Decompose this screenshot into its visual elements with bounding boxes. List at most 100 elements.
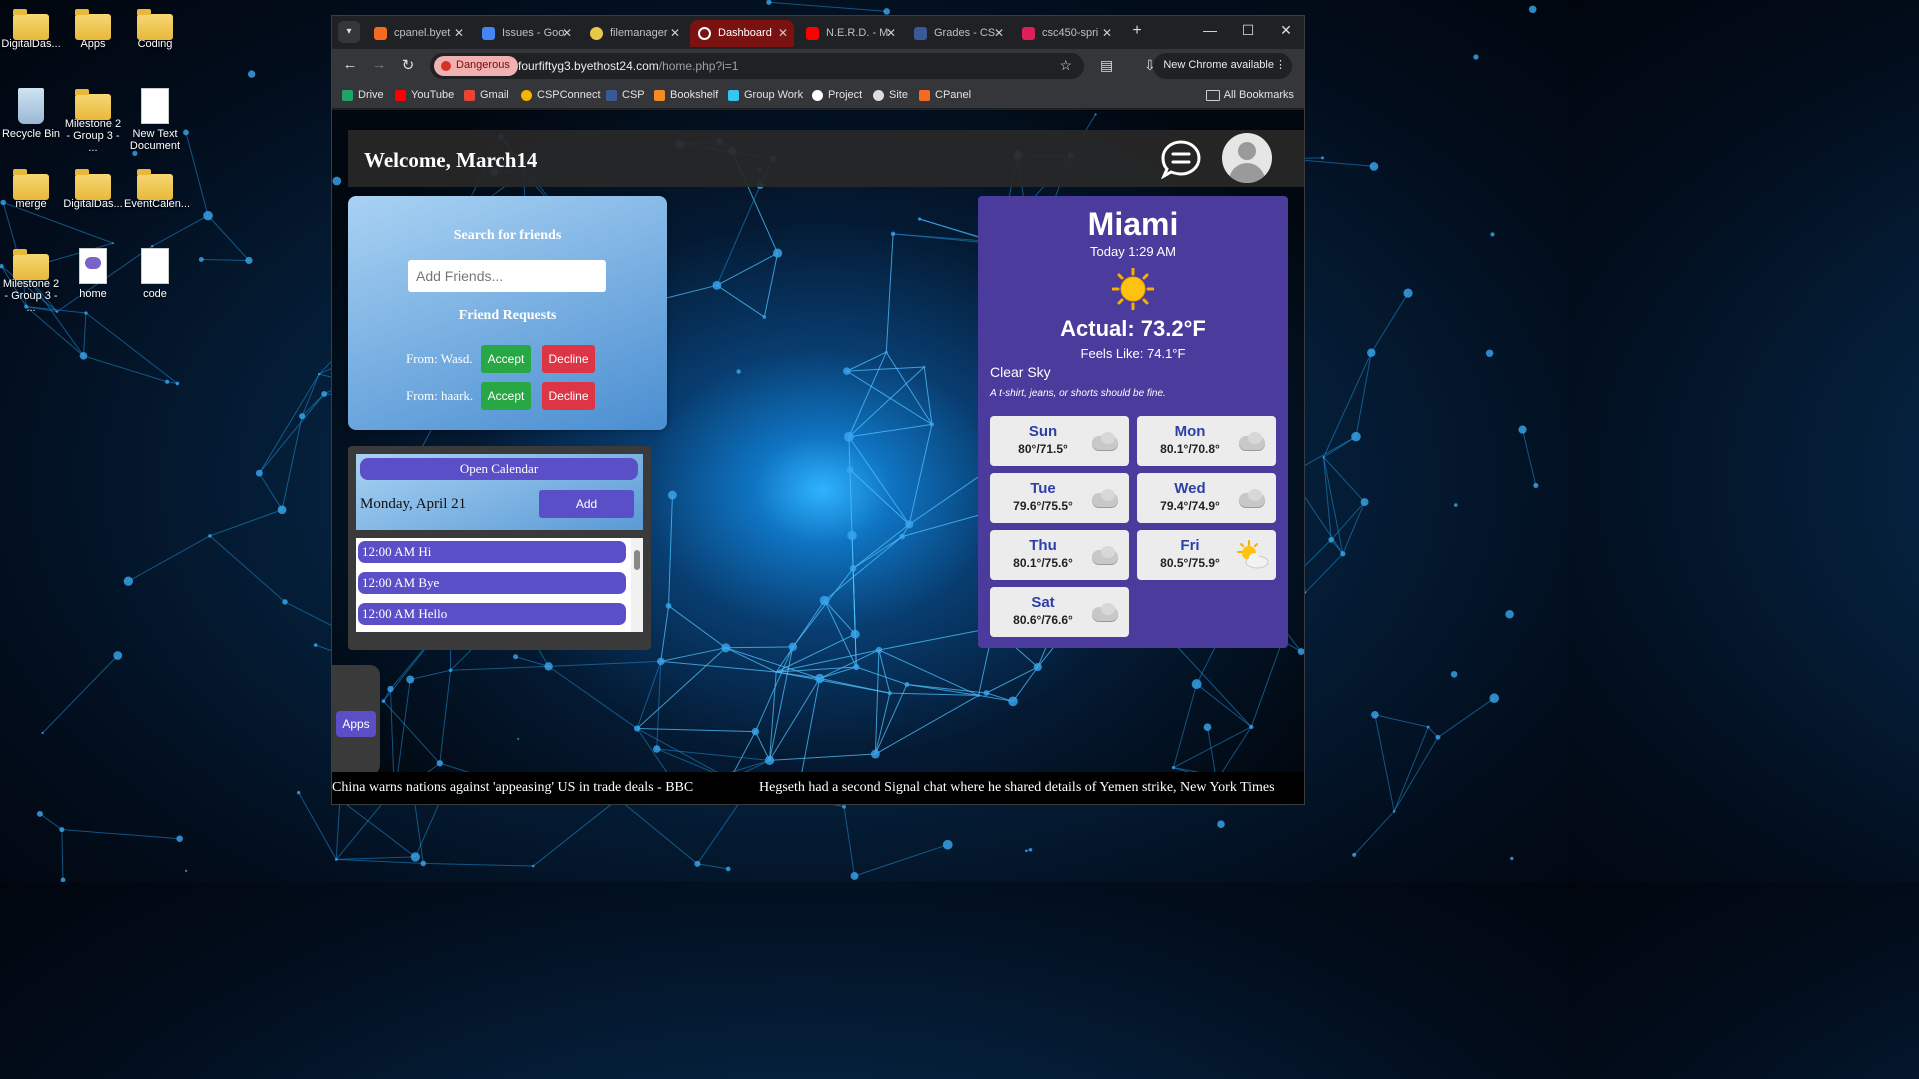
event-item[interactable]: 12:00 AM Hi <box>358 541 626 563</box>
network-node <box>1528 5 1537 14</box>
close-icon[interactable]: ✕ <box>886 26 896 40</box>
friends-panel: Search for friends Friend Requests From:… <box>348 196 667 430</box>
apps-button[interactable]: Apps <box>336 711 376 737</box>
news-headline[interactable]: China warns nations against 'appeasing' … <box>332 780 693 796</box>
decline-button[interactable]: Decline <box>542 382 595 410</box>
desktop-icon-recycle-bin[interactable]: Recycle Bin <box>0 88 62 140</box>
chat-icon[interactable] <box>1160 139 1202 179</box>
close-icon[interactable]: ✕ <box>1102 26 1112 40</box>
reload-icon[interactable]: ↻ <box>398 56 418 74</box>
close-window-icon[interactable]: ✕ <box>1276 22 1296 39</box>
close-icon[interactable]: ✕ <box>994 26 1004 40</box>
forecast-day: Fri <box>1180 537 1200 554</box>
tab-label: Issues - Goo <box>502 27 565 39</box>
network-node <box>942 839 953 850</box>
event-item[interactable]: 12:00 AM Bye <box>358 572 626 594</box>
tab-cpanel[interactable]: cpanel.byet ✕ <box>366 20 470 47</box>
desktop-icon-milestone-2[interactable]: Milestone 2 - Group 3 - ... <box>0 248 62 314</box>
decline-button[interactable]: Decline <box>542 345 595 373</box>
bookmark-star-icon[interactable]: ☆ <box>1059 57 1072 74</box>
event-item[interactable]: 12:00 AM Hello <box>358 603 626 625</box>
close-icon[interactable]: ✕ <box>670 26 680 40</box>
network-line <box>878 649 979 696</box>
bookmark-site[interactable]: Site <box>873 89 908 101</box>
close-icon[interactable]: ✕ <box>454 26 464 40</box>
desktop-icons: DigitalDas... Apps Coding Recycle Bin Mi… <box>0 0 190 330</box>
desktop-icon-coding[interactable]: Coding <box>124 8 186 50</box>
desktop-icon-code[interactable]: code <box>124 248 186 300</box>
tab-nerd[interactable]: N.E.R.D. - M ✕ <box>798 20 902 47</box>
desktop-icon-home[interactable]: home <box>62 248 124 300</box>
forecast-temps: 80.6°/76.6° <box>1013 613 1073 627</box>
forward-icon[interactable]: → <box>369 56 389 73</box>
close-icon[interactable]: ✕ <box>562 26 572 40</box>
desktop-icon-merge[interactable]: merge <box>0 168 62 210</box>
bookmark-cpanel[interactable]: CPanel <box>919 89 971 101</box>
add-friends-input[interactable] <box>408 260 606 292</box>
friend-request-from: From: Wasd. <box>406 351 473 366</box>
bookmark-youtube[interactable]: YouTube <box>395 89 454 101</box>
desktop-icon-apps[interactable]: Apps <box>62 8 124 50</box>
maximize-icon[interactable]: ☐ <box>1238 22 1258 39</box>
dangerous-site-badge[interactable]: Dangerous <box>434 56 518 76</box>
network-node <box>321 391 328 397</box>
dashboard-header: Welcome, March14 <box>348 130 1304 187</box>
network-line <box>1170 638 1252 728</box>
news-headline[interactable]: Hegseth had a second Signal chat where h… <box>759 780 1275 796</box>
tab-filemanager[interactable]: filemanager ✕ <box>582 20 686 47</box>
tab-search-button[interactable]: ▾ <box>338 21 360 43</box>
tab-csc450[interactable]: csc450-spri ✕ <box>1014 20 1118 47</box>
network-node <box>788 642 798 652</box>
new-chrome-available-button[interactable]: New Chrome available ⋮ <box>1153 53 1292 79</box>
avatar[interactable] <box>1222 133 1272 183</box>
address-bar[interactable]: Dangerous fourfiftyg3.byethost24.com/hom… <box>430 53 1084 79</box>
all-bookmarks-button[interactable]: All Bookmarks <box>1205 89 1294 101</box>
desktop-icon-milestone[interactable]: Milestone 2 - Group 3 - ... <box>62 88 124 154</box>
network-node <box>198 256 204 262</box>
tab-dashboard[interactable]: Dashboard ✕ <box>690 20 794 47</box>
scrollbar-thumb[interactable] <box>634 550 640 570</box>
forecast-day: Tue <box>1030 480 1056 497</box>
network-node <box>113 651 123 660</box>
network-node <box>410 852 420 862</box>
accept-button[interactable]: Accept <box>481 345 531 373</box>
bookmarks-bar: Drive YouTube Gmail CSPConnect CSP Books… <box>332 83 1304 109</box>
back-icon[interactable]: ← <box>340 56 360 73</box>
desktop-icon-eventcalen[interactable]: EventCalen... <box>124 168 190 210</box>
network-node <box>544 662 553 671</box>
docs-icon <box>482 27 495 40</box>
bookmark-gmail[interactable]: Gmail <box>464 89 509 101</box>
forecast-card: Sun 80°/71.5° <box>990 416 1129 466</box>
bookmark-csp[interactable]: CSP <box>606 89 645 101</box>
desktop-icon-digitaldas[interactable]: DigitalDas... <box>0 8 62 50</box>
extensions-icon[interactable]: ▤ <box>1100 57 1113 74</box>
minimize-icon[interactable]: — <box>1200 22 1220 38</box>
bookmark-group-work[interactable]: Group Work <box>728 89 803 101</box>
network-line <box>854 634 857 668</box>
kebab-menu-icon[interactable]: ⋮ <box>1275 58 1286 71</box>
desktop-icon-digitaldas-2[interactable]: DigitalDas... <box>62 168 124 210</box>
bookmark-bookshelf[interactable]: Bookshelf <box>654 89 718 101</box>
event-list[interactable]: 12:00 AM Hi 12:00 AM Bye 12:00 AM Hello <box>356 538 643 632</box>
url-text[interactable]: fourfiftyg3.byethost24.com/home.php?i=1 <box>518 59 738 73</box>
tab-grades[interactable]: Grades - CS ✕ <box>906 20 1010 47</box>
add-event-button[interactable]: Add <box>539 490 634 518</box>
desktop-icon-new-text-document[interactable]: New Text Document <box>124 88 186 152</box>
network-line <box>846 366 925 372</box>
elephant-icon <box>85 257 101 269</box>
open-calendar-button[interactable]: Open Calendar <box>360 458 638 480</box>
tab-issues[interactable]: Issues - Goo ✕ <box>474 20 578 47</box>
network-line <box>42 655 119 734</box>
bookmark-cspconnect[interactable]: CSPConnect <box>521 89 601 101</box>
network-node <box>381 699 386 703</box>
new-tab-button[interactable]: + <box>1127 22 1147 40</box>
bookmark-drive[interactable]: Drive <box>342 89 384 101</box>
close-icon[interactable]: ✕ <box>778 26 788 40</box>
accept-button[interactable]: Accept <box>481 382 531 410</box>
forecast-day: Sat <box>1031 594 1055 611</box>
weather-condition: Clear Sky <box>990 364 1051 380</box>
network-node <box>929 422 935 427</box>
bookmark-project[interactable]: Project <box>812 89 862 101</box>
network-line <box>906 683 987 694</box>
event-list-scrollbar[interactable] <box>631 538 643 632</box>
